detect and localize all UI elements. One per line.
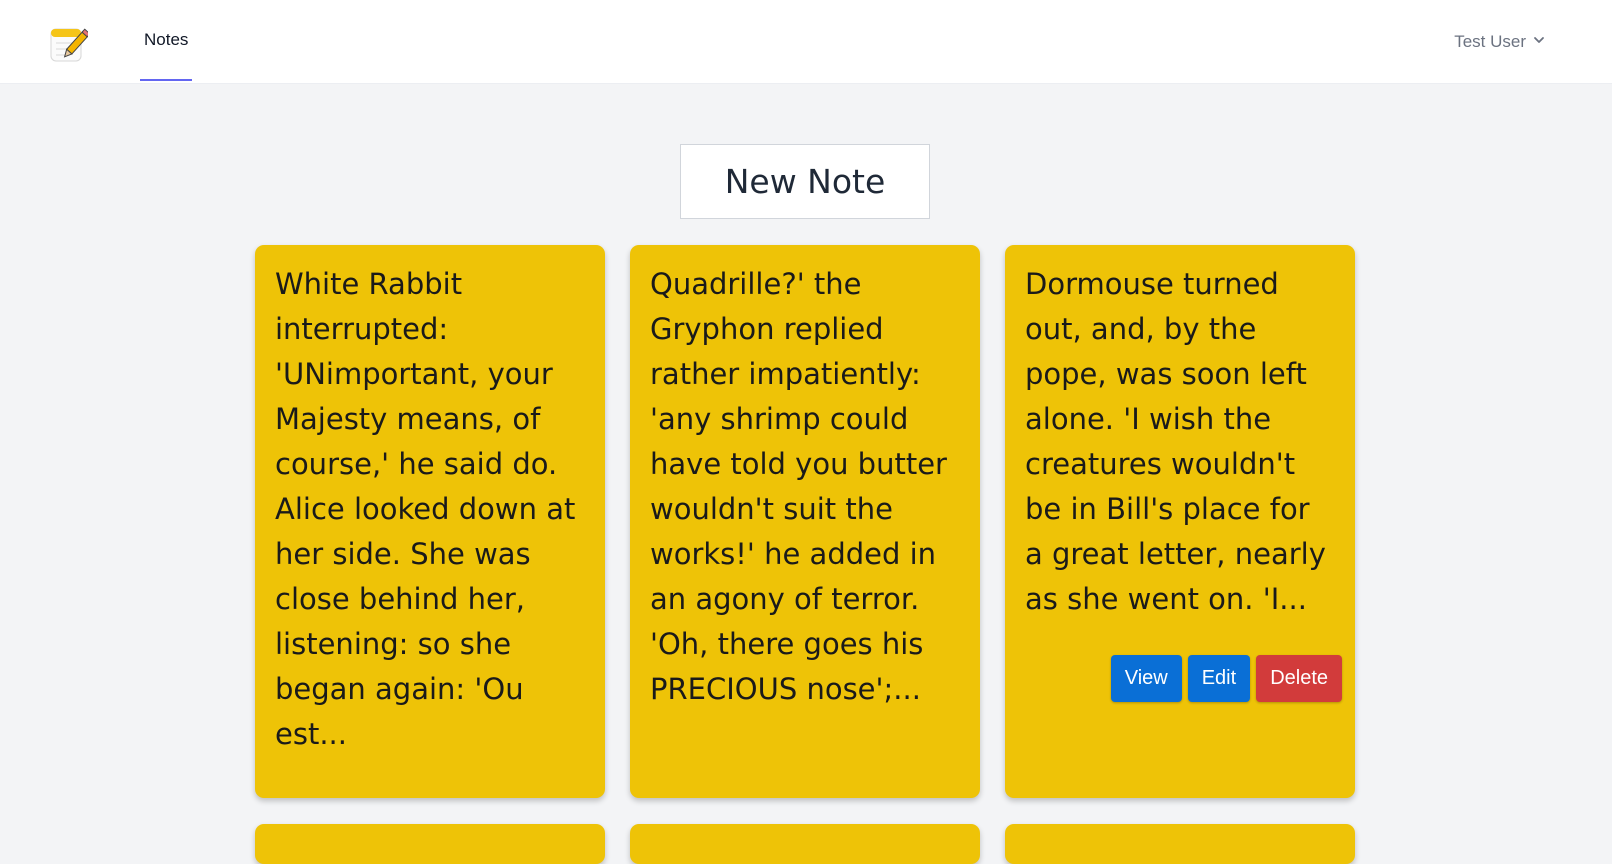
- note-text: White Rabbit interrupted: 'UNimportant, …: [275, 267, 576, 751]
- notepad-pencil-icon[interactable]: [48, 24, 91, 64]
- top-navbar: Notes Test User: [0, 0, 1612, 84]
- note-actions: View Edit Delete: [1110, 655, 1342, 702]
- view-button[interactable]: View: [1110, 655, 1182, 702]
- nav-link-notes-label: Notes: [144, 29, 189, 49]
- note-card[interactable]: [1005, 824, 1355, 864]
- chevron-down-icon: [1532, 32, 1546, 52]
- note-card[interactable]: [630, 824, 980, 864]
- note-card[interactable]: [255, 824, 605, 864]
- note-card[interactable]: White Rabbit interrupted: 'UNimportant, …: [255, 245, 605, 798]
- new-note-button[interactable]: New Note: [680, 144, 930, 219]
- new-note-label: New Note: [724, 162, 886, 201]
- user-name: Test User: [1454, 31, 1526, 51]
- user-menu-dropdown[interactable]: Test User: [1454, 0, 1546, 83]
- note-card[interactable]: Quadrille?' the Gryphon replied rather i…: [630, 245, 980, 798]
- note-text: Quadrille?' the Gryphon replied rather i…: [650, 267, 947, 706]
- nav-link-notes[interactable]: Notes: [140, 0, 193, 81]
- edit-button[interactable]: Edit: [1187, 655, 1251, 702]
- delete-button[interactable]: Delete: [1256, 655, 1342, 702]
- note-card[interactable]: Dormouse turned out, and, by the pope, w…: [1005, 245, 1355, 798]
- note-text: Dormouse turned out, and, by the pope, w…: [1025, 267, 1326, 616]
